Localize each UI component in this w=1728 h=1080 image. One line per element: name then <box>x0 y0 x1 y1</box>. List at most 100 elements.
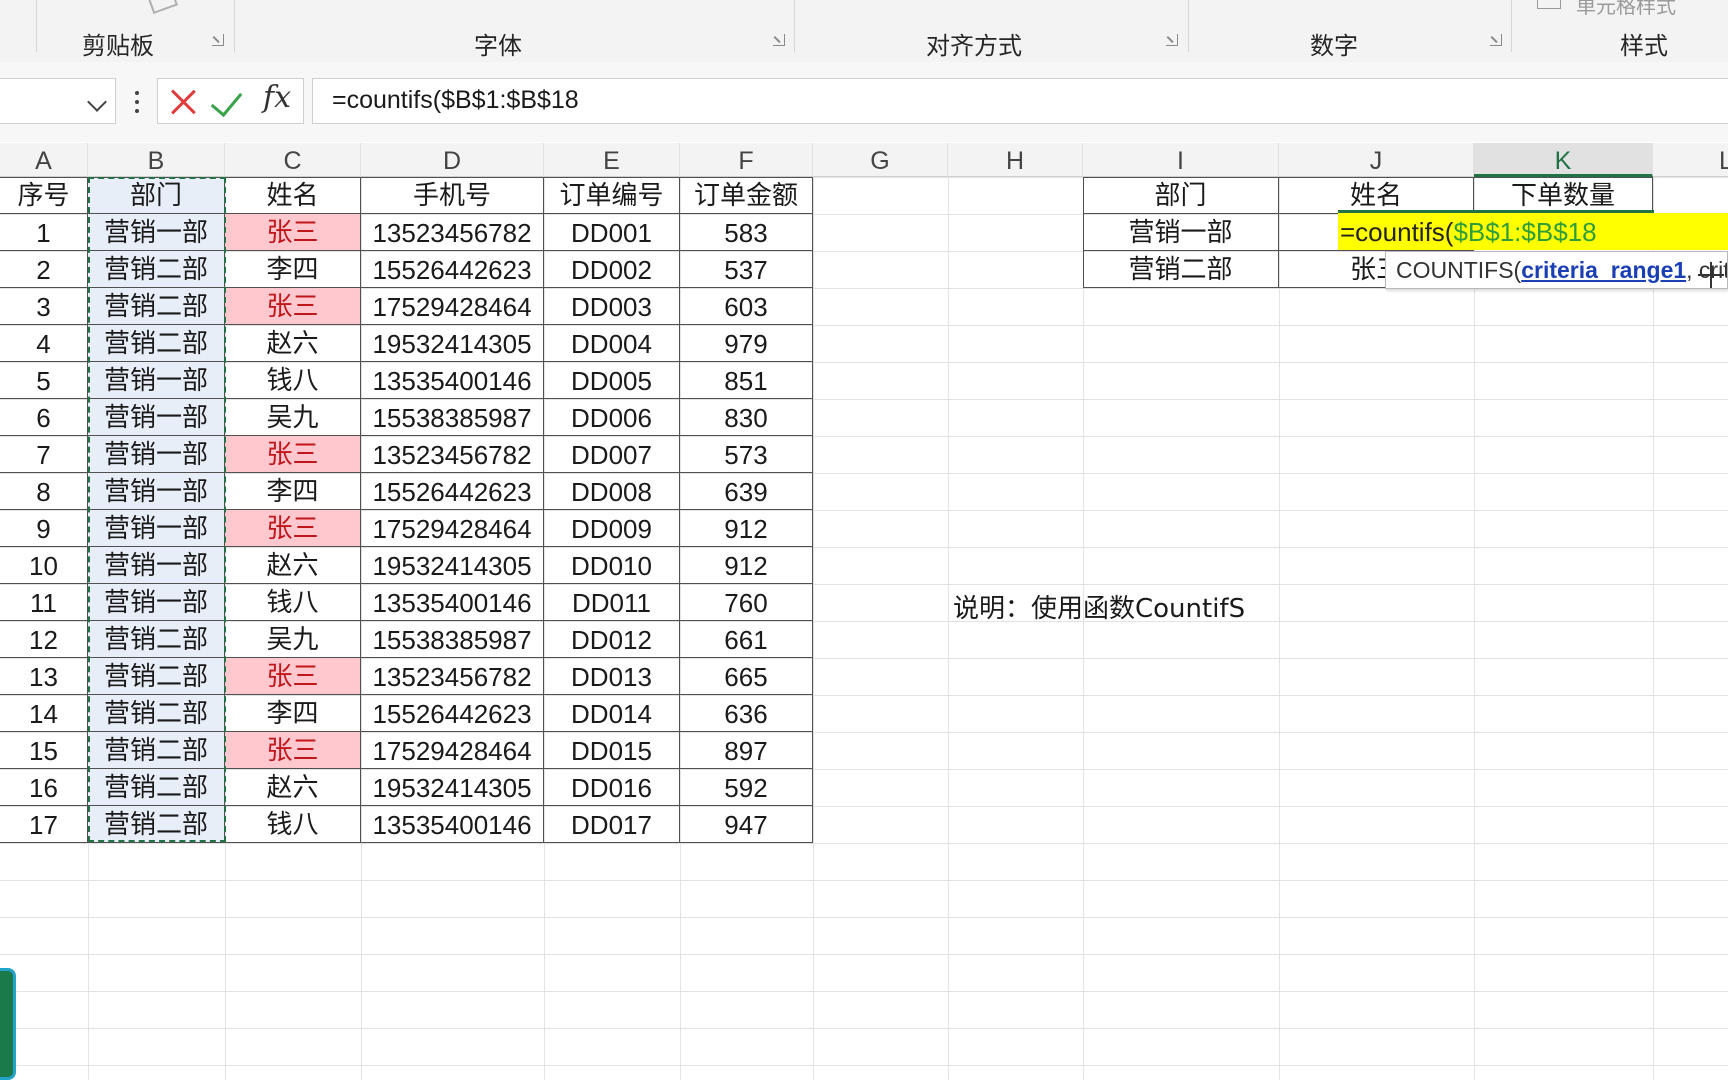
table-cell-dept[interactable]: 营销二部 <box>88 288 225 325</box>
table-cell-dept[interactable]: 营销一部 <box>88 584 225 621</box>
floating-shape[interactable] <box>0 968 16 1080</box>
table-cell-no[interactable]: 2 <box>0 251 88 288</box>
table-cell-phone[interactable]: 13523456782 <box>361 658 544 695</box>
formula-text[interactable]: =countifs($B$1:$B$18 <box>332 86 579 115</box>
table-cell-no[interactable]: 8 <box>0 473 88 510</box>
insert-function-icon[interactable]: fx <box>263 80 291 115</box>
table-cell-no[interactable]: 6 <box>0 399 88 436</box>
table-cell-name[interactable]: 钱八 <box>225 584 361 621</box>
table-cell-order[interactable]: DD009 <box>544 510 680 547</box>
column-header-c[interactable]: C <box>225 143 361 177</box>
table-cell-order[interactable]: DD011 <box>544 584 680 621</box>
table-cell-no[interactable]: 10 <box>0 547 88 584</box>
table-cell-amount[interactable]: 583 <box>680 214 813 251</box>
summary-header-cell[interactable]: 姓名 <box>1279 177 1474 214</box>
table-cell-amount[interactable]: 603 <box>680 288 813 325</box>
column-header-k[interactable]: K <box>1474 143 1653 177</box>
table-cell-dept[interactable]: 营销一部 <box>88 362 225 399</box>
table-cell-no[interactable]: 14 <box>0 695 88 732</box>
table-cell-amount[interactable]: 661 <box>680 621 813 658</box>
table-cell-order[interactable]: DD004 <box>544 325 680 362</box>
table-cell-name[interactable]: 赵六 <box>225 769 361 806</box>
table-cell-name[interactable]: 张三 <box>225 732 361 769</box>
table-cell-phone[interactable]: 19532414305 <box>361 769 544 806</box>
table-cell-order[interactable]: DD012 <box>544 621 680 658</box>
table-cell-name[interactable]: 吴九 <box>225 399 361 436</box>
table-cell-phone[interactable]: 19532414305 <box>361 547 544 584</box>
table-cell-amount[interactable]: 830 <box>680 399 813 436</box>
column-header-i[interactable]: I <box>1083 143 1279 177</box>
tooltip-function-name[interactable]: COUNTIFS( <box>1396 257 1521 283</box>
table-cell-amount[interactable]: 592 <box>680 769 813 806</box>
table-cell-no[interactable]: 1 <box>0 214 88 251</box>
table-cell-dept[interactable]: 营销一部 <box>88 399 225 436</box>
table-cell-dept[interactable]: 营销一部 <box>88 510 225 547</box>
table-cell-order[interactable]: DD016 <box>544 769 680 806</box>
table-cell-name[interactable]: 吴九 <box>225 621 361 658</box>
table-cell-dept[interactable]: 营销一部 <box>88 214 225 251</box>
alignment-launcher-icon[interactable] <box>1166 34 1178 46</box>
table-cell-amount[interactable]: 639 <box>680 473 813 510</box>
table-cell-phone[interactable]: 17529428464 <box>361 732 544 769</box>
table-cell-dept[interactable]: 营销二部 <box>88 769 225 806</box>
cancel-icon[interactable] <box>168 86 198 116</box>
table-cell-no[interactable]: 16 <box>0 769 88 806</box>
column-header-e[interactable]: E <box>544 143 680 177</box>
table-cell-no[interactable]: 7 <box>0 436 88 473</box>
table-cell-no[interactable]: 4 <box>0 325 88 362</box>
active-cell-formula[interactable]: =countifs($B$1:$B$18 <box>1340 214 1597 250</box>
table-header-cell[interactable]: 订单编号 <box>544 177 680 214</box>
table-cell-no[interactable]: 17 <box>0 806 88 843</box>
table-cell-order[interactable]: DD006 <box>544 399 680 436</box>
table-cell-order[interactable]: DD002 <box>544 251 680 288</box>
table-cell-no[interactable]: 5 <box>0 362 88 399</box>
table-header-cell[interactable]: 订单金额 <box>680 177 813 214</box>
table-cell-no[interactable]: 3 <box>0 288 88 325</box>
table-cell-no[interactable]: 13 <box>0 658 88 695</box>
summary-header-cell[interactable]: 部门 <box>1083 177 1279 214</box>
table-cell-dept[interactable]: 营销二部 <box>88 658 225 695</box>
column-header-j[interactable]: J <box>1279 143 1474 177</box>
table-cell-dept[interactable]: 营销二部 <box>88 695 225 732</box>
table-cell-name[interactable]: 张三 <box>225 214 361 251</box>
font-launcher-icon[interactable] <box>773 34 785 46</box>
table-cell-phone[interactable]: 13535400146 <box>361 362 544 399</box>
table-header-cell[interactable]: 姓名 <box>225 177 361 214</box>
table-cell-name[interactable]: 张三 <box>225 658 361 695</box>
table-cell-dept[interactable]: 营销一部 <box>88 473 225 510</box>
table-cell-order[interactable]: DD008 <box>544 473 680 510</box>
table-cell-amount[interactable]: 851 <box>680 362 813 399</box>
column-header-h[interactable]: H <box>948 143 1083 177</box>
table-header-cell[interactable]: 序号 <box>0 177 88 214</box>
table-cell-order[interactable]: DD003 <box>544 288 680 325</box>
table-cell-name[interactable]: 李四 <box>225 695 361 732</box>
table-cell-amount[interactable]: 912 <box>680 547 813 584</box>
table-cell-name[interactable]: 钱八 <box>225 806 361 843</box>
column-header-d[interactable]: D <box>361 143 544 177</box>
column-header-g[interactable]: G <box>813 143 948 177</box>
column-header-f[interactable]: F <box>680 143 813 177</box>
more-options-icon[interactable] <box>135 91 140 115</box>
table-cell-amount[interactable]: 665 <box>680 658 813 695</box>
table-cell-name[interactable]: 李四 <box>225 473 361 510</box>
table-cell-amount[interactable]: 537 <box>680 251 813 288</box>
table-cell-phone[interactable]: 15538385987 <box>361 621 544 658</box>
table-cell-name[interactable]: 赵六 <box>225 325 361 362</box>
table-cell-order[interactable]: DD010 <box>544 547 680 584</box>
table-cell-order[interactable]: DD001 <box>544 214 680 251</box>
table-cell-phone[interactable]: 15526442623 <box>361 695 544 732</box>
column-header-b[interactable]: B <box>88 143 225 177</box>
table-cell-dept[interactable]: 营销二部 <box>88 732 225 769</box>
column-header-l[interactable]: L <box>1653 143 1728 177</box>
table-cell-amount[interactable]: 760 <box>680 584 813 621</box>
table-cell-phone[interactable]: 15526442623 <box>361 473 544 510</box>
table-cell-name[interactable]: 钱八 <box>225 362 361 399</box>
table-cell-dept[interactable]: 营销二部 <box>88 806 225 843</box>
table-cell-no[interactable]: 12 <box>0 621 88 658</box>
clipboard-launcher-icon[interactable] <box>212 34 224 46</box>
table-header-cell[interactable]: 手机号 <box>361 177 544 214</box>
table-cell-dept[interactable]: 营销二部 <box>88 325 225 362</box>
cell-styles-button[interactable]: 单元格样式 <box>1576 0 1676 19</box>
table-cell-name[interactable]: 李四 <box>225 251 361 288</box>
table-cell-order[interactable]: DD005 <box>544 362 680 399</box>
